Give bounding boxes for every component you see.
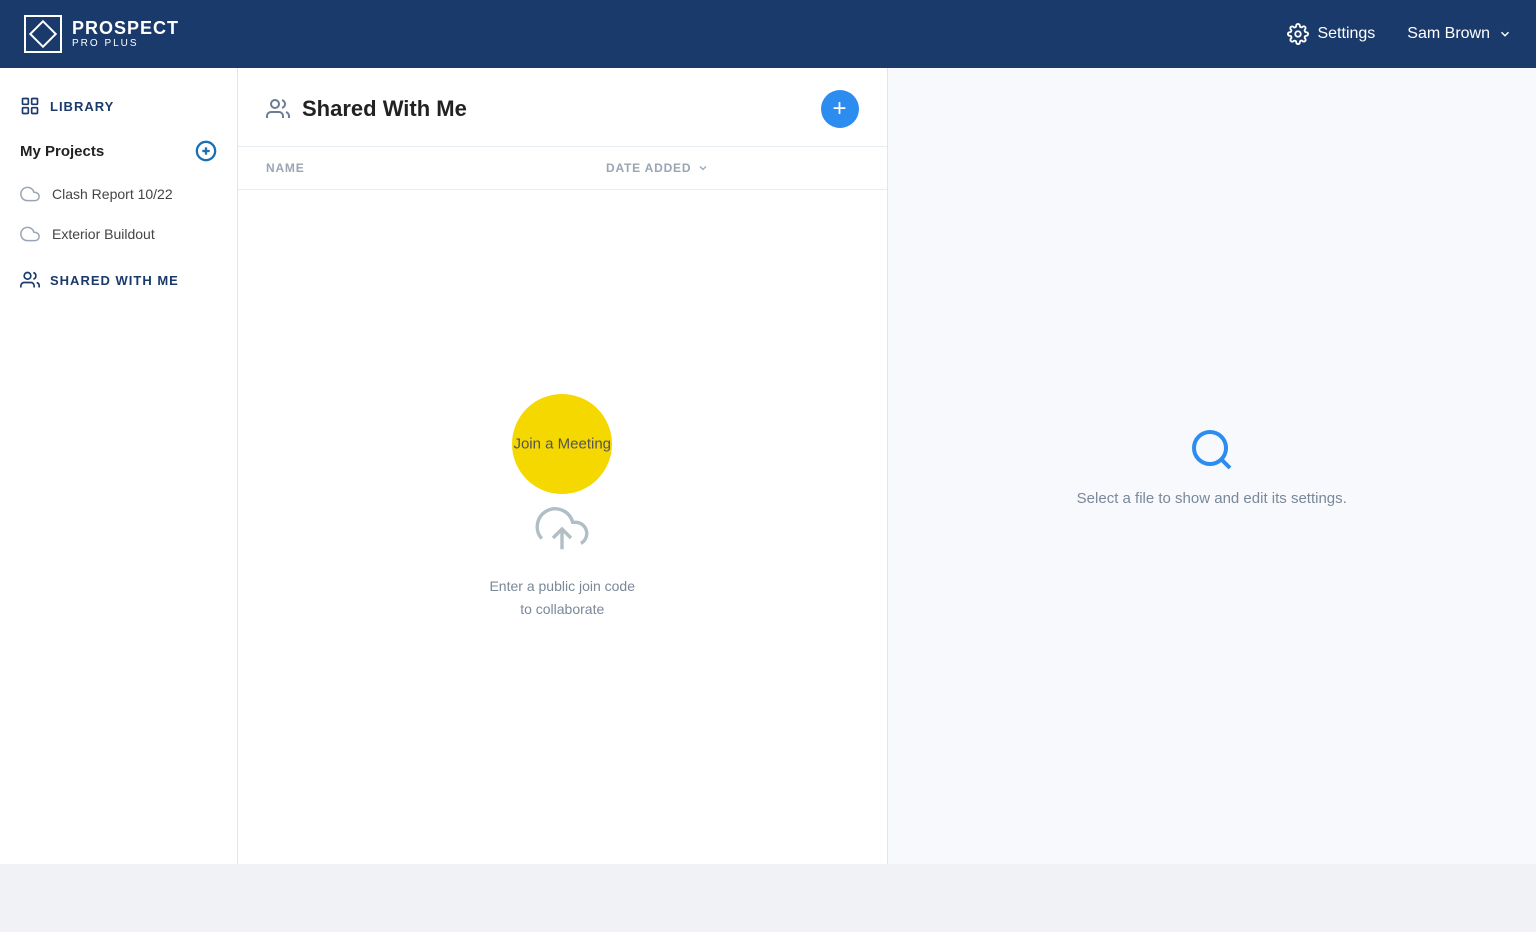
right-panel-text: Select a file to show and edit its setti… bbox=[1077, 490, 1347, 507]
settings-label: Settings bbox=[1317, 25, 1375, 43]
upload-icon bbox=[535, 502, 589, 556]
shared-with-me-title-icon bbox=[266, 97, 290, 121]
main-layout: LIBRARY My Projects Clash Report 10/22 bbox=[0, 68, 1536, 864]
empty-text-line2: to collaborate bbox=[520, 601, 604, 617]
empty-state: Join a Meeting Enter a public join code … bbox=[238, 190, 887, 864]
logo-text: PROSPECT bbox=[72, 19, 179, 39]
table-header: NAME DATE ADDED bbox=[238, 147, 887, 190]
settings-button[interactable]: Settings bbox=[1287, 23, 1375, 45]
plus-circle-icon bbox=[195, 140, 217, 162]
add-button[interactable]: + bbox=[821, 90, 859, 128]
col-date-header[interactable]: DATE ADDED bbox=[606, 161, 709, 175]
content-area: Shared With Me + NAME DATE ADDED Join a … bbox=[238, 68, 888, 864]
sidebar: LIBRARY My Projects Clash Report 10/22 bbox=[0, 68, 238, 864]
upload-icon-wrap bbox=[535, 502, 589, 561]
gear-icon bbox=[1287, 23, 1309, 45]
sidebar-shared-with-me[interactable]: SHARED WITH ME bbox=[0, 254, 237, 298]
project-name: Clash Report 10/22 bbox=[52, 186, 173, 202]
sidebar-item-clash-report[interactable]: Clash Report 10/22 bbox=[0, 174, 237, 214]
shared-icon bbox=[20, 270, 40, 290]
right-panel: Select a file to show and edit its setti… bbox=[888, 68, 1536, 864]
add-project-button[interactable] bbox=[195, 140, 217, 162]
sort-icon bbox=[697, 162, 709, 174]
sidebar-library: LIBRARY bbox=[0, 88, 237, 132]
col-date-label: DATE ADDED bbox=[606, 161, 691, 175]
content-title-row: Shared With Me bbox=[266, 96, 467, 122]
logo: PROSPECT PRO PLUS bbox=[24, 15, 179, 53]
logo-text-block: PROSPECT PRO PLUS bbox=[72, 19, 179, 50]
user-name: Sam Brown bbox=[1407, 25, 1490, 43]
my-projects-header: My Projects bbox=[0, 132, 237, 174]
shared-label: SHARED WITH ME bbox=[50, 273, 179, 288]
app-header: PROSPECT PRO PLUS Settings Sam Brown bbox=[0, 0, 1536, 68]
page-title: Shared With Me bbox=[302, 96, 467, 122]
chevron-down-icon bbox=[1498, 27, 1512, 41]
content-header: Shared With Me + bbox=[238, 68, 887, 147]
project-name-2: Exterior Buildout bbox=[52, 226, 155, 242]
join-meeting-label: Join a Meeting bbox=[513, 436, 611, 453]
logo-subtext: PRO PLUS bbox=[72, 38, 179, 49]
cloud-icon bbox=[20, 184, 40, 204]
cloud-icon-2 bbox=[20, 224, 40, 244]
header-right: Settings Sam Brown bbox=[1287, 23, 1512, 45]
logo-box bbox=[24, 15, 62, 53]
sidebar-item-exterior-buildout[interactable]: Exterior Buildout bbox=[0, 214, 237, 254]
my-projects-label: My Projects bbox=[20, 143, 104, 160]
library-label: LIBRARY bbox=[50, 99, 114, 114]
search-icon-large bbox=[1188, 426, 1236, 474]
user-menu-button[interactable]: Sam Brown bbox=[1407, 25, 1512, 43]
empty-text-line1: Enter a public join code bbox=[489, 578, 635, 594]
col-name-header: NAME bbox=[266, 161, 426, 175]
library-icon bbox=[20, 96, 40, 116]
logo-diamond bbox=[29, 20, 57, 48]
empty-text: Enter a public join code to collaborate bbox=[489, 575, 635, 620]
